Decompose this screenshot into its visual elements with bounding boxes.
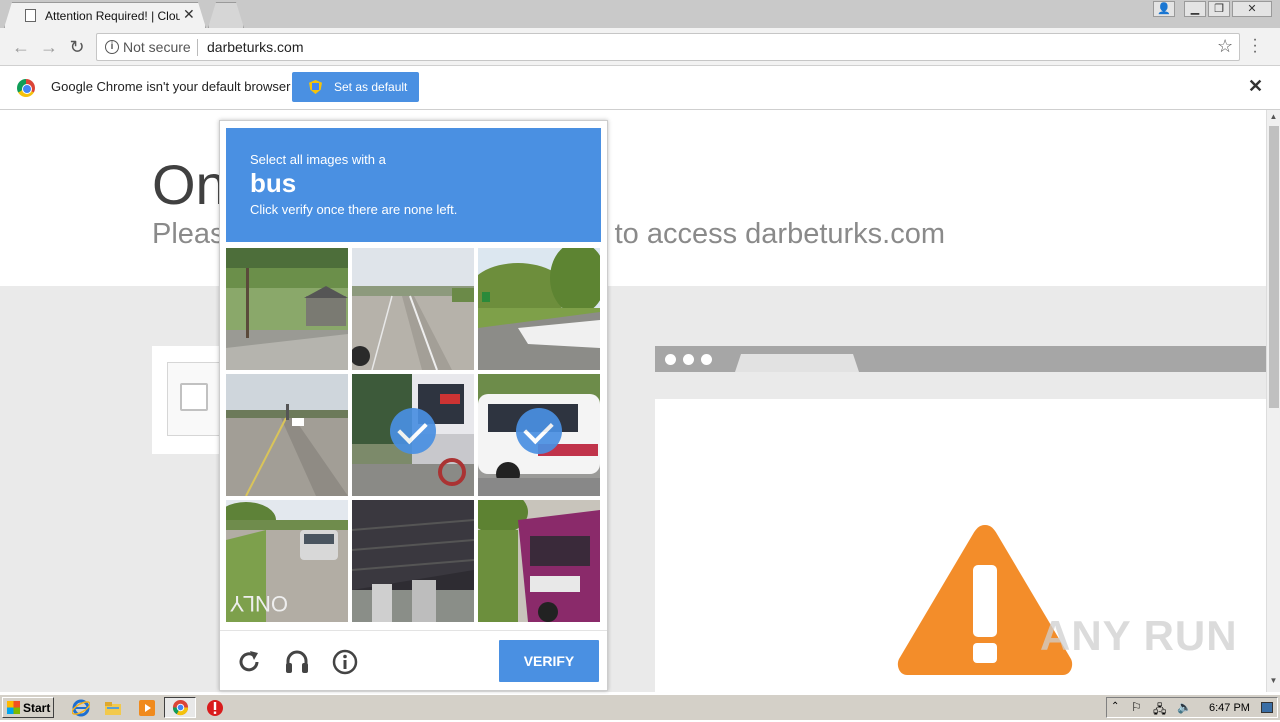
restore-button[interactable]: ❐ [1208, 1, 1230, 17]
url-text[interactable]: darbeturks.com [207, 39, 303, 55]
taskbar: Start ⌃ ⚐ 🖧 🔈 6:47 PM [0, 694, 1280, 720]
antivirus-icon[interactable] [206, 699, 224, 717]
illustration-dot [683, 354, 694, 365]
not-a-robot-checkbox[interactable] [180, 383, 208, 411]
page-scrollbar[interactable]: ▲ ▼ [1266, 110, 1280, 692]
show-hidden-icons-icon[interactable]: ⌃ [1111, 701, 1119, 712]
menu-icon[interactable]: · · · [1250, 32, 1260, 60]
illustration-dot [701, 354, 712, 365]
captcha-tile[interactable] [352, 500, 474, 622]
title-bar: Attention Required! | Cloudflare ✕ 👤 ▁ ❐… [0, 0, 1280, 28]
scroll-up-icon[interactable]: ▲ [1267, 112, 1280, 121]
set-as-default-button[interactable]: Set as default [292, 72, 419, 102]
page-icon [25, 9, 36, 22]
forward-icon[interactable]: → [38, 36, 60, 58]
selected-check-icon [390, 408, 436, 454]
verify-button[interactable]: VERIFY [499, 640, 599, 682]
svg-text:ONLY: ONLY [229, 591, 288, 616]
captcha-tile[interactable] [352, 248, 474, 370]
page-content: One more step Please complete the securi… [0, 110, 1266, 692]
captcha-tile[interactable]: ONLY [226, 500, 348, 622]
minimize-button[interactable]: ▁ [1184, 1, 1206, 17]
windows-logo-icon [7, 701, 20, 714]
captcha-image-grid: ONLY [226, 248, 601, 623]
captcha-header: Select all images with a bus Click verif… [226, 128, 601, 242]
captcha-instruction: Click verify once there are none left. [250, 202, 458, 217]
close-tab-icon[interactable]: ✕ [183, 6, 195, 23]
tab-title: Attention Required! | Cloudflare [45, 9, 180, 23]
captcha-target: bus [250, 168, 297, 198]
info-icon[interactable]: i [105, 40, 119, 54]
reload-icon[interactable] [236, 649, 262, 675]
hero-section: One more step Please complete the securi… [0, 110, 1266, 286]
watermark-logo: ANY RUN [1040, 612, 1238, 659]
captcha-tile[interactable] [226, 248, 348, 370]
captcha-tile[interactable] [478, 248, 600, 370]
address-bar[interactable]: i Not secure darbeturks.com ☆ [96, 33, 1240, 61]
illustration-tab [735, 354, 859, 372]
selected-check-icon [516, 408, 562, 454]
captcha-challenge: Select all images with a bus Click verif… [219, 120, 608, 691]
security-label: Not secure [123, 39, 191, 55]
shield-icon [309, 80, 322, 94]
network-icon[interactable]: 🖧 [1153, 700, 1166, 721]
infobar-message: Google Chrome isn't your default browser [51, 79, 291, 94]
browser-toolbar: ← → ↻ i Not secure darbeturks.com ☆ · · · [0, 28, 1280, 66]
start-label: Start [23, 701, 51, 715]
back-icon[interactable]: ← [10, 36, 32, 58]
file-explorer-icon[interactable] [104, 699, 122, 717]
captcha-tile[interactable] [478, 500, 600, 622]
scroll-down-icon[interactable]: ▼ [1267, 676, 1280, 685]
action-center-flag-icon[interactable]: ⚐ [1131, 700, 1142, 714]
captcha-tile[interactable] [352, 374, 474, 496]
captcha-tile[interactable] [226, 374, 348, 496]
headphones-icon[interactable] [284, 649, 310, 675]
checkbox-container [167, 362, 227, 436]
reload-page-icon[interactable]: ↻ [66, 36, 88, 58]
default-browser-infobar: Google Chrome isn't your default browser… [0, 66, 1280, 110]
bookmark-star-icon[interactable]: ☆ [1217, 36, 1233, 57]
media-player-icon[interactable] [138, 699, 156, 717]
captcha-tile[interactable] [478, 374, 600, 496]
clock[interactable]: 6:47 PM [1209, 702, 1250, 714]
divider [197, 39, 198, 56]
new-tab-button[interactable] [208, 2, 244, 28]
taskbar-chrome-button[interactable] [164, 697, 196, 718]
system-tray: ⌃ ⚐ 🖧 🔈 6:47 PM [1106, 697, 1278, 718]
close-window-button[interactable]: ✕ [1232, 1, 1272, 17]
info-icon[interactable] [332, 649, 358, 675]
volume-icon[interactable]: 🔈 [1177, 700, 1192, 714]
illustration-dot [665, 354, 676, 365]
captcha-footer: VERIFY [220, 630, 607, 690]
set-as-default-label: Set as default [334, 80, 408, 94]
close-icon[interactable]: ✕ [1248, 76, 1263, 97]
chrome-logo-icon [17, 79, 35, 97]
internet-explorer-icon[interactable] [71, 699, 91, 717]
illustration-title-bar [655, 346, 1266, 372]
tab-active[interactable]: Attention Required! | Cloudflare ✕ [4, 2, 206, 28]
show-desktop-icon[interactable] [1261, 702, 1273, 713]
scroll-thumb[interactable] [1269, 126, 1279, 408]
start-button[interactable]: Start [2, 697, 54, 718]
user-icon[interactable]: 👤 [1153, 1, 1175, 17]
captcha-prompt: Select all images with a [250, 152, 386, 167]
